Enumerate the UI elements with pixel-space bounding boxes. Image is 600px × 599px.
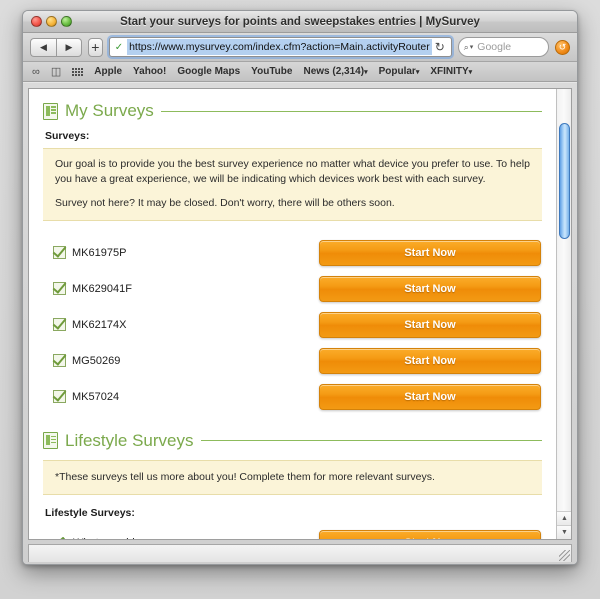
checkbox-checked-icon[interactable] — [53, 282, 66, 296]
survey-code: MK61975P — [72, 246, 127, 259]
book-icon[interactable]: ◫ — [51, 65, 61, 78]
start-now-button[interactable]: Start Now — [319, 311, 541, 338]
chevron-down-icon: ▾ — [468, 69, 473, 76]
start-now-button[interactable]: Start Now — [319, 275, 541, 302]
lifestyle-sub-label: Lifestyle Surveys: — [45, 506, 135, 519]
survey-row-left: MG50269 — [43, 354, 319, 368]
notice-paragraph: Survey not here? It may be closed. Don't… — [55, 197, 395, 210]
survey-list-icon — [43, 102, 58, 120]
url-input[interactable]: https://www.mysurvey.com/index.cfm?actio… — [127, 39, 432, 55]
table-row: MK62174X Start Now — [43, 307, 542, 343]
content-area: My Surveys Surveys: Our goal is to provi… — [23, 83, 577, 564]
table-row: MK61975P Start Now — [43, 235, 542, 271]
bookmark-label: Popular — [378, 66, 416, 77]
bookmark-label: Yahoo! — [133, 66, 167, 77]
bookmark-label: Apple — [94, 66, 123, 77]
web-page: My Surveys Surveys: Our goal is to provi… — [29, 89, 556, 539]
search-chevron-down-icon[interactable]: ▾ — [470, 43, 474, 51]
lifestyle-row-left: What you drive — [43, 536, 319, 539]
browser-window: Start your surveys for points and sweeps… — [22, 10, 578, 565]
notice-paragraph: *These surveys tell us more about you! C… — [55, 470, 435, 483]
bookmark-news[interactable]: News (2,314)▾ — [303, 66, 367, 77]
zoom-button[interactable] — [61, 16, 72, 27]
top-sites-grid-icon[interactable] — [72, 67, 84, 76]
scrollbar-thumb[interactable] — [559, 123, 570, 239]
back-button[interactable]: ◀ — [30, 37, 56, 57]
new-tab-button[interactable]: + — [88, 37, 103, 57]
secure-check-icon: ✓ — [114, 41, 124, 53]
start-now-button[interactable]: Start Now — [319, 239, 541, 266]
search-icon: ⌕ — [463, 41, 469, 52]
roboform-icon[interactable]: ↺ — [555, 39, 570, 55]
bookmark-popular[interactable]: Popular▾ — [379, 66, 420, 77]
survey-row-left: MK629041F — [43, 282, 319, 296]
surveys-notice: Our goal is to provide you the best surv… — [43, 148, 542, 221]
forward-button[interactable]: ▶ — [56, 37, 82, 57]
traffic-lights — [31, 16, 72, 27]
header-divider — [200, 440, 542, 442]
browser-toolbar: ◀ ▶ + ✓ https://www.mysurvey.com/index.c… — [23, 33, 577, 62]
bookmark-xfinity[interactable]: XFINITY▾ — [430, 66, 472, 77]
bookmark-google-maps[interactable]: Google Maps — [177, 66, 240, 77]
survey-row-left: MK61975P — [43, 246, 319, 260]
navigation-buttons: ◀ ▶ — [30, 37, 82, 57]
section-title: Lifestyle Surveys — [65, 430, 194, 450]
survey-rows: MK61975P Start Now MK629041F Start Now M… — [43, 235, 542, 415]
surveys-sub-label: Surveys: — [45, 130, 90, 142]
bookmark-yahoo[interactable]: Yahoo! — [133, 66, 166, 77]
reader-glasses-icon[interactable]: ∞ — [32, 66, 40, 78]
my-surveys-header: My Surveys — [43, 101, 542, 121]
lifestyle-rows: What you drive Start Now Your finances S… — [43, 525, 542, 539]
minimize-button[interactable] — [46, 16, 57, 27]
window-title: Start your surveys for points and sweeps… — [120, 15, 480, 28]
bookmark-label: Google Maps — [177, 66, 241, 77]
page-viewport: My Surveys Surveys: Our goal is to provi… — [28, 88, 572, 540]
search-input[interactable]: ⌕ ▾ Google — [457, 37, 549, 57]
lifestyle-surveys-header: Lifestyle Surveys — [43, 431, 542, 451]
survey-code: MG50269 — [72, 354, 121, 367]
notice-paragraph: Our goal is to provide you the best surv… — [55, 158, 530, 186]
table-row: MK57024 Start Now — [43, 379, 542, 415]
header-divider — [160, 110, 542, 112]
vertical-scrollbar[interactable]: ▲ ▼ — [556, 89, 571, 539]
window-titlebar[interactable]: Start your surveys for points and sweeps… — [23, 11, 577, 33]
bookmark-youtube[interactable]: YouTube — [251, 66, 292, 77]
pencil-icon[interactable] — [53, 536, 67, 539]
bookmark-label: YouTube — [251, 66, 293, 77]
checkbox-checked-icon[interactable] — [53, 318, 66, 332]
scrollbar-arrows: ▲ ▼ — [557, 511, 571, 539]
bookmarks-bar: ∞ ◫ Apple Yahoo! Google Maps YouTube New… — [23, 62, 577, 82]
chevron-down-icon: ▾ — [415, 69, 420, 76]
bookmark-label: XFINITY — [430, 66, 469, 77]
page-title: My Surveys — [65, 101, 154, 120]
survey-code: MK62174X — [72, 318, 127, 331]
lifestyle-notice: *These surveys tell us more about you! C… — [43, 459, 542, 495]
close-button[interactable] — [31, 16, 42, 27]
bookmark-apple[interactable]: Apple — [94, 66, 122, 77]
bookmark-label: News (2,314) — [303, 66, 365, 77]
chevron-down-icon: ▾ — [364, 69, 368, 76]
checkbox-checked-icon[interactable] — [53, 390, 66, 404]
survey-code: MK57024 — [72, 390, 120, 403]
start-now-button[interactable]: Start Now — [319, 383, 541, 410]
start-now-button[interactable]: Start Now — [319, 529, 541, 539]
reload-icon[interactable]: ↻ — [432, 40, 448, 54]
scroll-down-button[interactable]: ▼ — [557, 525, 571, 539]
status-bar — [28, 544, 572, 562]
scroll-up-button[interactable]: ▲ — [557, 511, 571, 525]
search-placeholder: Google — [477, 41, 512, 53]
list-item: What you drive Start Now — [43, 525, 542, 539]
checkbox-checked-icon[interactable] — [53, 354, 66, 368]
address-bar[interactable]: ✓ https://www.mysurvey.com/index.cfm?act… — [108, 37, 452, 57]
table-row: MG50269 Start Now — [43, 343, 542, 379]
checkbox-checked-icon[interactable] — [53, 246, 66, 260]
lifestyle-name: What you drive — [73, 537, 146, 539]
table-row: MK629041F Start Now — [43, 271, 542, 307]
survey-row-left: MK57024 — [43, 390, 319, 404]
start-now-button[interactable]: Start Now — [319, 347, 541, 374]
survey-code: MK629041F — [72, 282, 132, 295]
survey-row-left: MK62174X — [43, 318, 319, 332]
survey-list-icon — [43, 432, 58, 450]
resize-grip[interactable] — [559, 550, 570, 561]
